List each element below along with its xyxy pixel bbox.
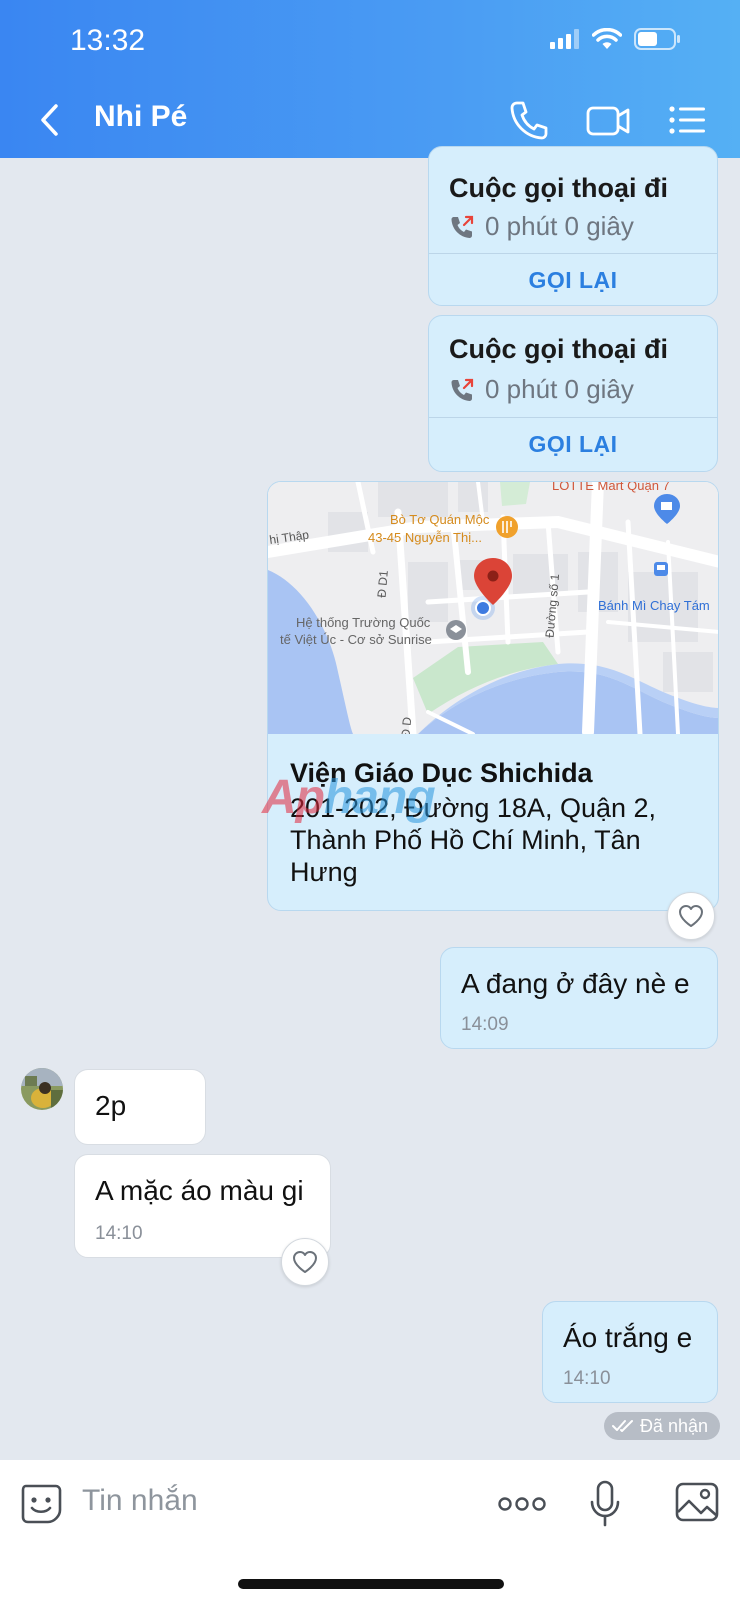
call-duration: 0 phút 0 giây — [485, 211, 634, 241]
map-label-lotte: LOTTE Mart Quận 7 — [552, 482, 670, 493]
more-options-button[interactable] — [498, 1496, 546, 1512]
message-text: A mặc áo màu gi — [95, 1175, 304, 1206]
video-call-button[interactable] — [586, 98, 630, 142]
map-label-street: Đ D — [399, 716, 415, 734]
watermark-part: hang — [323, 771, 436, 824]
sticker-emoji-button[interactable] — [20, 1482, 62, 1526]
signal-icon — [550, 29, 579, 49]
wifi-icon — [592, 28, 622, 49]
call-duration-row: 0 phút 0 giây — [449, 211, 634, 242]
received-status-text: Đã nhận — [639, 1415, 708, 1436]
message-text: Áo trắng e — [563, 1322, 693, 1353]
received-status-badge: Đã nhận — [603, 1412, 720, 1440]
call-duration-row: 0 phút 0 giây — [449, 374, 634, 405]
heart-icon — [293, 1251, 317, 1273]
message-input-bar: Tin nhắn — [0, 1460, 740, 1600]
message-bubble-out[interactable]: Áo trắng e 14:10 — [542, 1301, 718, 1403]
avatar[interactable] — [21, 1068, 63, 1110]
call-card[interactable]: Cuộc gọi thoại đi 0 phút 0 giây GỌI LẠI — [428, 146, 718, 306]
divider — [429, 253, 717, 254]
message-bubble-out[interactable]: A đang ở đây nè e 14:09 — [440, 947, 718, 1049]
message-text: A đang ở đây nè e — [461, 968, 690, 999]
map-label-restaurant-address: 43-45 Nguyễn Thị... — [368, 530, 482, 545]
double-check-icon — [611, 1420, 633, 1432]
microphone-button[interactable] — [590, 1480, 620, 1528]
outgoing-call-icon — [451, 215, 474, 238]
outgoing-call-icon — [451, 378, 474, 401]
call-title: Cuộc gọi thoại đi — [449, 334, 668, 364]
battery-icon — [634, 28, 680, 50]
status-time: 13:32 — [70, 24, 146, 57]
call-title: Cuộc gọi thoại đi — [449, 173, 668, 203]
map-label-restaurant: Bò Tơ Quán Mộc — [390, 512, 490, 527]
back-button[interactable] — [36, 100, 66, 140]
message-text: 2p — [95, 1090, 127, 1121]
divider — [429, 417, 717, 418]
watermark-part: Ap — [262, 771, 325, 824]
message-input[interactable]: Tin nhắn — [82, 1484, 198, 1518]
map-label-school: Hệ thống Trường Quốc — [296, 615, 431, 630]
location-map[interactable]: LOTTE Mart Quận 7 Bò Tơ Quán Mộc 43-45 N… — [268, 482, 719, 734]
call-duration: 0 phút 0 giây — [485, 374, 634, 404]
message-bubble-in[interactable]: 2p — [74, 1069, 206, 1145]
menu-list-button[interactable] — [668, 98, 706, 142]
image-gallery-button[interactable] — [675, 1482, 719, 1522]
location-card[interactable]: LOTTE Mart Quận 7 Bò Tơ Quán Mộc 43-45 N… — [267, 481, 719, 911]
home-indicator — [238, 1579, 504, 1589]
message-time: 14:10 — [95, 1223, 143, 1244]
call-again-button[interactable]: GỌI LẠI — [429, 431, 717, 458]
heart-icon — [679, 905, 703, 927]
react-heart-button[interactable] — [667, 892, 715, 940]
react-heart-button[interactable] — [281, 1238, 329, 1286]
watermark: Aphang — [262, 770, 436, 825]
status-icons — [550, 28, 680, 50]
chat-header: 13:32 Nhi Pé — [0, 0, 740, 158]
map-label-school-name: tế Việt Úc - Cơ sở Sunrise — [280, 632, 432, 647]
call-again-button[interactable]: GỌI LẠI — [429, 267, 717, 294]
message-time: 14:10 — [563, 1368, 611, 1389]
map-label-street: Đ D1 — [375, 569, 391, 598]
contact-name[interactable]: Nhi Pé — [94, 100, 187, 134]
call-card[interactable]: Cuộc gọi thoại đi 0 phút 0 giây GỌI LẠI — [428, 315, 718, 472]
map-label-bakery: Bánh Mì Chay Tám — [598, 598, 710, 613]
message-time: 14:09 — [461, 1014, 509, 1035]
voice-call-button[interactable] — [508, 98, 548, 142]
